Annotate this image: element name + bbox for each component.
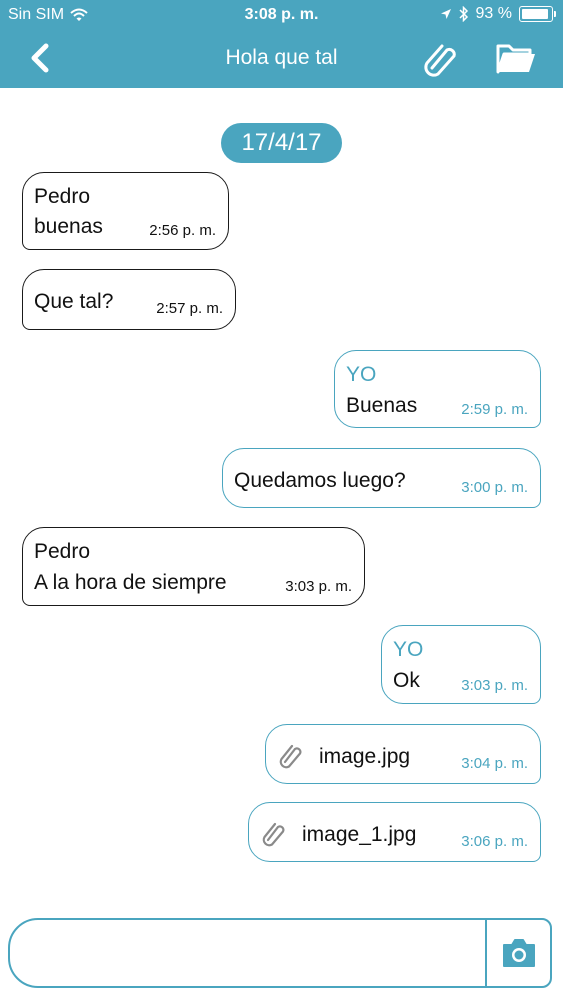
- chat-title: Hola que tal: [225, 46, 338, 69]
- message-text: Que tal?: [34, 290, 114, 313]
- message-time: 3:03 p. m.: [285, 578, 352, 595]
- message-bubble-incoming[interactable]: Pedro buenas 2:56 p. m.: [22, 172, 229, 250]
- message-sender: Pedro: [34, 185, 91, 208]
- message-text: buenas: [34, 215, 103, 238]
- bluetooth-icon: [459, 6, 468, 22]
- status-bar: Sin SIM 3:08 p. m. 93 %: [0, 0, 563, 30]
- attachment-bubble[interactable]: image_1.jpg 3:06 p. m.: [248, 802, 541, 862]
- message-time: 2:57 p. m.: [156, 300, 223, 317]
- paperclip-icon: [424, 44, 456, 77]
- message-bubble-incoming[interactable]: Pedro A la hora de siempre 3:03 p. m.: [22, 527, 365, 606]
- message-time: 3:06 p. m.: [461, 833, 528, 850]
- folder-button[interactable]: [494, 38, 538, 78]
- paperclip-icon: [262, 822, 285, 847]
- status-right: 93 %: [440, 5, 556, 23]
- message-text: Ok: [393, 669, 420, 692]
- message-input[interactable]: [24, 932, 480, 974]
- location-arrow-icon: [440, 9, 451, 19]
- message-time: 3:04 p. m.: [461, 755, 528, 772]
- message-time: 3:03 p. m.: [461, 677, 528, 694]
- top-bar: Sin SIM 3:08 p. m. 93 % Hola que tal: [0, 0, 563, 88]
- attachment-filename: image_1.jpg: [302, 823, 417, 846]
- message-bubble-outgoing[interactable]: YO Ok 3:03 p. m.: [381, 625, 541, 704]
- nav-bar: Hola que tal: [0, 30, 563, 88]
- message-bubble-outgoing[interactable]: Quedamos luego? 3:00 p. m.: [222, 448, 541, 508]
- camera-button[interactable]: [487, 920, 550, 986]
- message-text: A la hora de siempre: [34, 571, 227, 594]
- message-time: 2:59 p. m.: [461, 401, 528, 418]
- message-bubble-outgoing[interactable]: YO Buenas 2:59 p. m.: [334, 350, 541, 428]
- folder-icon: [496, 44, 535, 74]
- chat-area[interactable]: 17/4/17 Pedro buenas 2:56 p. m. Que tal?…: [0, 88, 563, 908]
- message-sender: YO: [346, 363, 377, 386]
- message-text: Quedamos luego?: [234, 469, 406, 492]
- battery-icon: [519, 6, 556, 22]
- composer-bar: [8, 918, 552, 988]
- message-bubble-incoming[interactable]: Que tal? 2:57 p. m.: [22, 269, 236, 330]
- attach-button[interactable]: [420, 38, 460, 78]
- message-time: 3:00 p. m.: [461, 479, 528, 496]
- attachment-filename: image.jpg: [319, 745, 411, 768]
- attachment-bubble[interactable]: image.jpg 3:04 p. m.: [265, 724, 541, 784]
- message-sender: YO: [393, 638, 424, 661]
- battery-percent: 93 %: [475, 5, 512, 22]
- paperclip-icon: [279, 744, 302, 769]
- message-sender: Pedro: [34, 540, 91, 563]
- message-text: Buenas: [346, 394, 418, 417]
- date-separator: 17/4/17: [221, 123, 342, 163]
- message-time: 2:56 p. m.: [149, 222, 216, 239]
- camera-icon: [502, 939, 535, 967]
